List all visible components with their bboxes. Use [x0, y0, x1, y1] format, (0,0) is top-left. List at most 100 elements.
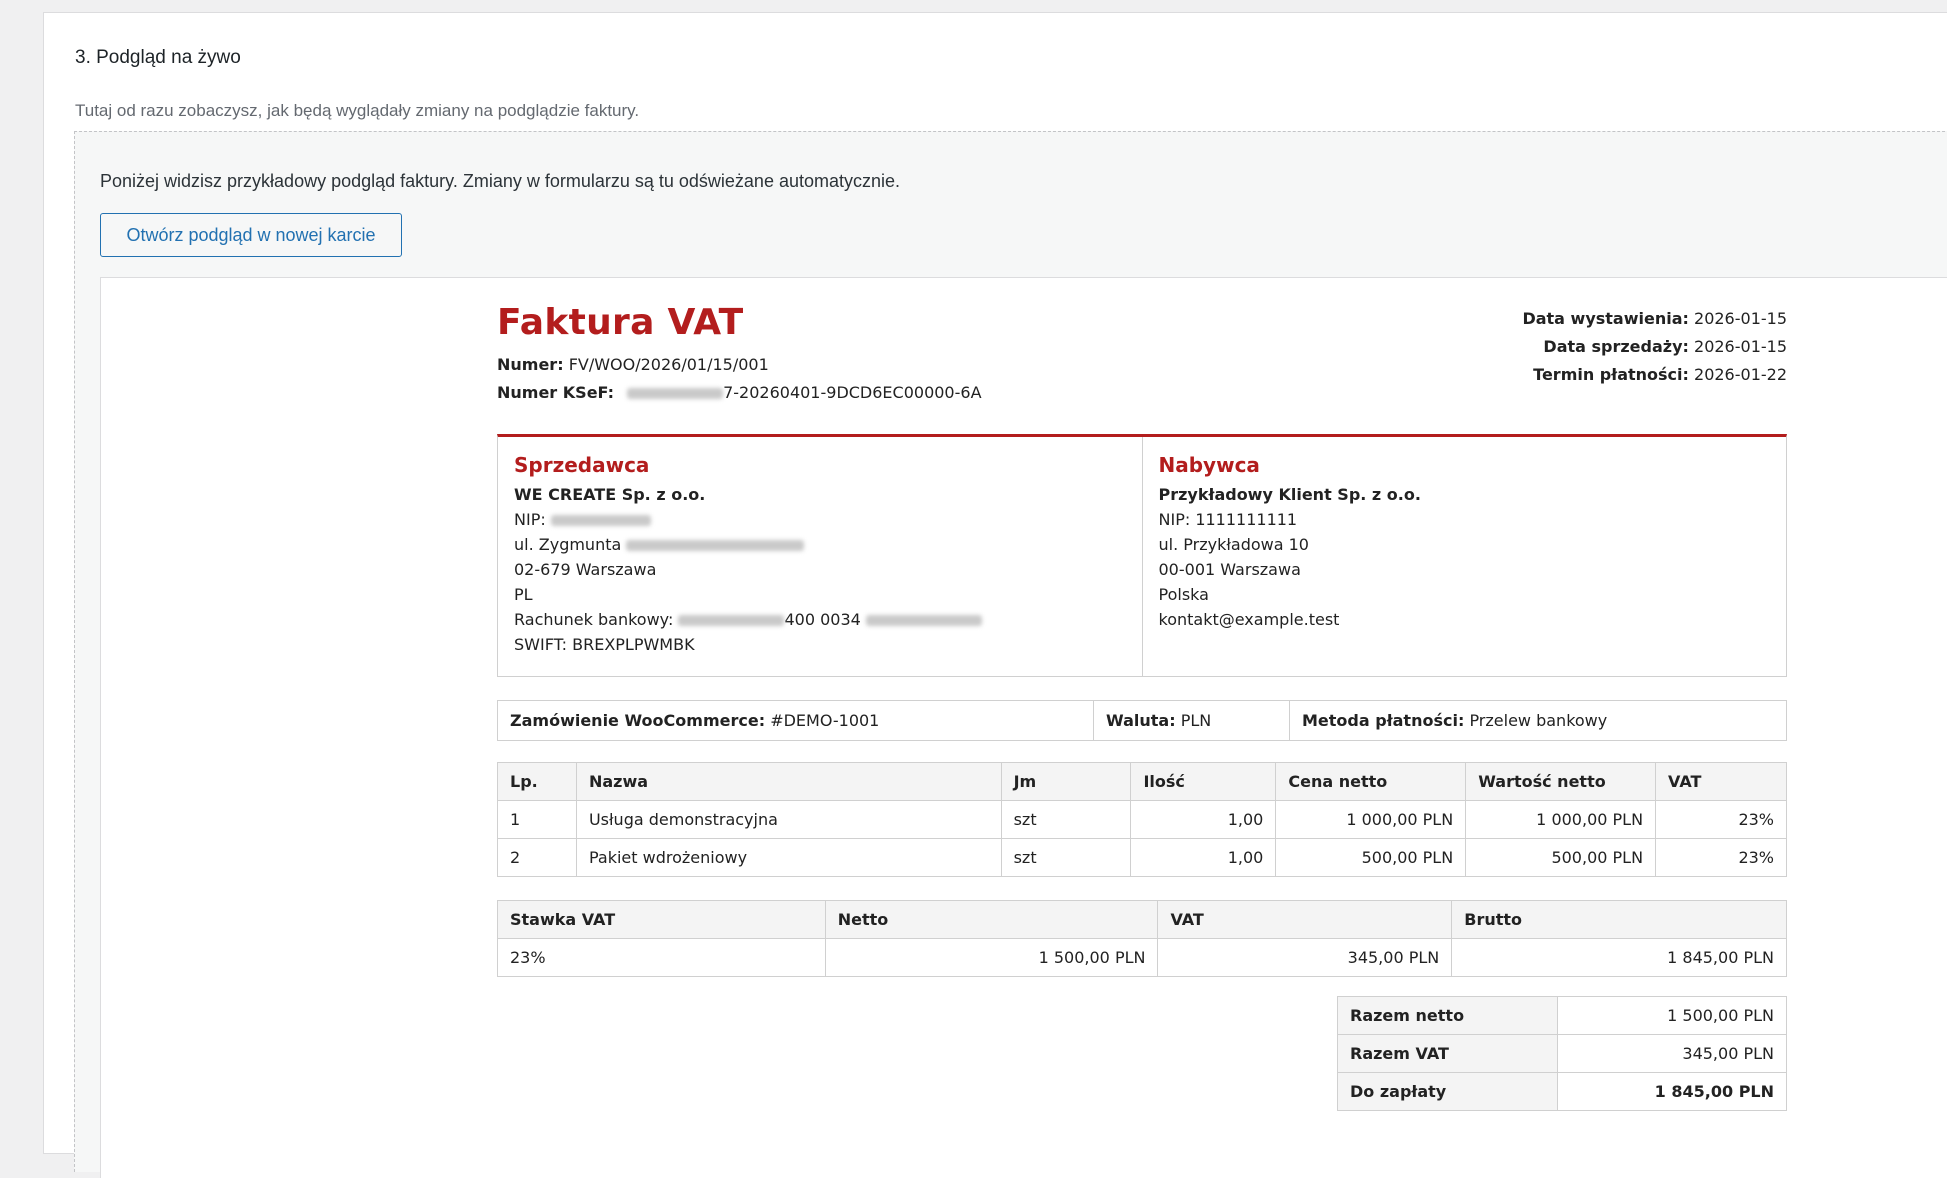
seller-name: WE CREATE Sp. z o.o. [514, 485, 706, 504]
payment-value: Przelew bankowy [1469, 711, 1608, 730]
seller-swift: SWIFT: BREXPLPWMBK [514, 635, 695, 654]
order-value: #DEMO-1001 [770, 711, 880, 730]
currency-label: Waluta: [1106, 711, 1176, 730]
issue-date-label: Data wystawienia: [1522, 309, 1689, 328]
cell-vat-rate: 23% [497, 938, 826, 977]
vat-header-row: Stawka VAT Netto VAT Brutto [497, 900, 1787, 939]
seller-street: ul. Zygmunta [514, 532, 1126, 557]
cell-lp: 2 [497, 838, 577, 877]
seller-block: Sprzedawca WE CREATE Sp. z o.o. NIP: ul.… [498, 437, 1142, 676]
cell-qty: 1,00 [1130, 838, 1277, 877]
currency-value: PLN [1180, 711, 1212, 730]
due-date-label: Termin płatności: [1533, 365, 1689, 384]
seller-nip-label: NIP: [514, 510, 546, 529]
col-header-net-price: Cena netto [1275, 762, 1467, 801]
totals-table: Razem netto 1 500,00 PLN Razem VAT 345,0… [1337, 996, 1787, 1111]
buyer-city: 00-001 Warszawa [1158, 560, 1301, 579]
cell-gross: 1 845,00 PLN [1451, 938, 1787, 977]
col-header-unit: Jm [1000, 762, 1132, 801]
redacted-street [626, 540, 805, 551]
cell-lp: 1 [497, 800, 577, 839]
invoice-title: Faktura VAT [497, 302, 744, 343]
due-date-value: 2026-01-22 [1694, 365, 1787, 384]
total-vat-row: Razem VAT 345,00 PLN [1337, 1034, 1787, 1073]
payment-label: Metoda płatności: [1302, 711, 1465, 730]
col-header-vat-amount: VAT [1157, 900, 1453, 939]
seller-street-text: ul. Zygmunta [514, 535, 622, 554]
col-header-net-value: Wartość netto [1465, 762, 1657, 801]
section-description: Tutaj od razu zobaczysz, jak będą wygląd… [75, 101, 640, 120]
issue-date: Data wystawienia: 2026-01-15 [1522, 305, 1787, 333]
invoice-number-value: FV/WOO/2026/01/15/001 [568, 355, 769, 374]
seller-heading: Sprzedawca [514, 453, 650, 477]
section-title: 3. Podgląd na żywo [75, 47, 241, 68]
buyer-block: Nabywca Przykładowy Klient Sp. z o.o. NI… [1141, 437, 1787, 676]
col-header-net: Netto [824, 900, 1159, 939]
buyer-name: Przykładowy Klient Sp. z o.o. [1158, 485, 1421, 504]
col-header-vat: VAT [1655, 762, 1787, 801]
ksef-label: Numer KSeF: [497, 383, 614, 402]
buyer-country: Polska [1158, 585, 1209, 604]
vat-summary-table: Stawka VAT Netto VAT Brutto 23% 1 500,00… [497, 900, 1787, 977]
buyer-street: ul. Przykładowa 10 [1158, 535, 1309, 554]
cell-vat: 23% [1655, 838, 1787, 877]
cell-name: Pakiet wdrożeniowy [575, 838, 1002, 877]
sale-date-label: Data sprzedaży: [1543, 337, 1689, 356]
parties-block: Sprzedawca WE CREATE Sp. z o.o. NIP: ul.… [497, 434, 1787, 677]
invoice-ksef-number: Numer KSeF: 7-20260401-9DCD6EC00000-6A [497, 383, 982, 402]
invoice-number-label: Numer: [497, 355, 564, 374]
cell-net-price: 500,00 PLN [1275, 838, 1467, 877]
due-date: Termin płatności: 2026-01-22 [1522, 361, 1787, 389]
cell-unit: szt [1000, 838, 1132, 877]
sale-date: Data sprzedaży: 2026-01-15 [1522, 333, 1787, 361]
invoice-dates: Data wystawienia: 2026-01-15 Data sprzed… [1522, 305, 1787, 389]
cell-vat: 23% [1655, 800, 1787, 839]
col-header-vat-rate: Stawka VAT [497, 900, 826, 939]
cell-name: Usługa demonstracyjna [575, 800, 1002, 839]
bank-visible-part: 400 0034 [784, 610, 861, 629]
invoice-preview-frame[interactable]: Faktura VAT Numer: FV/WOO/2026/01/15/001… [100, 277, 1947, 1178]
admin-left-strip [0, 0, 10, 1132]
seller-city: 02-679 Warszawa [514, 560, 657, 579]
issue-date-value: 2026-01-15 [1694, 309, 1787, 328]
settings-panel: 3. Podgląd na żywo Tutaj od razu zobaczy… [43, 12, 1947, 1178]
cell-net-value: 1 000,00 PLN [1465, 800, 1657, 839]
bank-label: Rachunek bankowy: [514, 610, 674, 629]
redacted-bank-prefix [678, 615, 785, 626]
col-header-lp: Lp. [497, 762, 577, 801]
buyer-heading: Nabywca [1158, 453, 1260, 477]
invoice-number: Numer: FV/WOO/2026/01/15/001 [497, 355, 769, 374]
amount-due-row: Do zapłaty 1 845,00 PLN [1337, 1072, 1787, 1111]
cell-net: 1 500,00 PLN [824, 938, 1159, 977]
open-preview-new-tab-button[interactable]: Otwórz podgląd w nowej karcie [100, 213, 402, 257]
total-net-value: 1 500,00 PLN [1557, 996, 1787, 1035]
cell-vat-amount: 345,00 PLN [1157, 938, 1453, 977]
total-vat-label: Razem VAT [1337, 1034, 1558, 1073]
col-header-name: Nazwa [575, 762, 1002, 801]
col-header-qty: Ilość [1130, 762, 1277, 801]
total-net-row: Razem netto 1 500,00 PLN [1337, 996, 1787, 1035]
seller-country: PL [514, 585, 533, 604]
seller-bank-account: Rachunek bankowy: 400 0034 [514, 607, 1126, 632]
total-net-label: Razem netto [1337, 996, 1558, 1035]
table-row: 2 Pakiet wdrożeniowy szt 1,00 500,00 PLN… [497, 838, 1787, 877]
table-row: 23% 1 500,00 PLN 345,00 PLN 1 845,00 PLN [497, 938, 1787, 977]
amount-due-label: Do zapłaty [1337, 1072, 1558, 1111]
redacted-bank-suffix [865, 615, 982, 626]
ksef-value: 7-20260401-9DCD6EC00000-6A [723, 383, 982, 402]
cell-net-value: 500,00 PLN [1465, 838, 1657, 877]
items-header-row: Lp. Nazwa Jm Ilość Cena netto Wartość ne… [497, 762, 1787, 801]
cell-qty: 1,00 [1130, 800, 1277, 839]
table-row: 1 Usługa demonstracyjna szt 1,00 1 000,0… [497, 800, 1787, 839]
payment-method: Metoda płatności: Przelew bankowy [1289, 701, 1786, 740]
items-table: Lp. Nazwa Jm Ilość Cena netto Wartość ne… [497, 762, 1787, 877]
sale-date-value: 2026-01-15 [1694, 337, 1787, 356]
buyer-email: kontakt@example.test [1158, 610, 1340, 629]
redacted-ksef-prefix [627, 388, 724, 399]
currency: Waluta: PLN [1093, 701, 1289, 740]
seller-nip: NIP: [514, 507, 1126, 532]
cell-unit: szt [1000, 800, 1132, 839]
cell-net-price: 1 000,00 PLN [1275, 800, 1467, 839]
amount-due-value: 1 845,00 PLN [1557, 1072, 1787, 1111]
redacted-nip [550, 515, 651, 526]
